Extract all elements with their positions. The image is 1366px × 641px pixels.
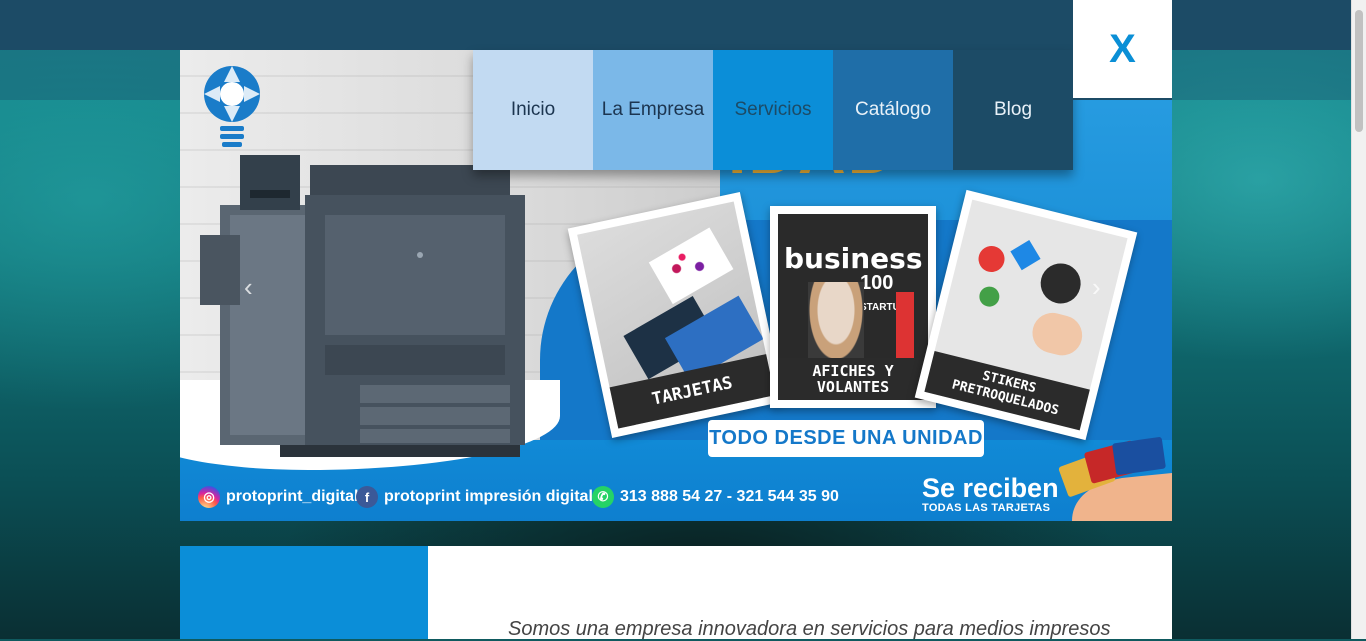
content-side-panel <box>180 546 428 639</box>
product-card-afiches: business 100 STARTUP AFICHES Y VOLANTES <box>770 206 936 408</box>
top-bar-shadow-left <box>0 50 180 100</box>
scrollbar-thumb[interactable] <box>1355 10 1363 132</box>
magazine-title: business <box>784 242 923 275</box>
instagram-icon: ◎ <box>198 486 220 508</box>
reciben-title: Se reciben <box>922 473 1059 503</box>
protoprint-logo <box>204 66 260 147</box>
reciben-subtitle: TODAS LAS TARJETAS <box>922 502 1051 514</box>
nav-item-servicios[interactable]: Servicios <box>713 50 833 170</box>
content-main-panel: Somos una empresa innovadora en servicio… <box>428 546 1172 640</box>
slider-next-arrow[interactable]: › <box>1092 272 1101 303</box>
card-caption: AFICHES Y VOLANTES <box>778 358 928 400</box>
whatsapp-icon: ✆ <box>592 486 614 508</box>
cards-accepted: Se reciben TODAS LAS TARJETAS <box>922 474 1059 514</box>
credit-cards-hand-icon <box>1058 437 1172 521</box>
facebook-handle: protoprint impresión digital <box>384 488 593 505</box>
close-menu-button[interactable]: X <box>1073 0 1172 100</box>
nav-item-catalogo[interactable]: Catálogo <box>833 50 953 170</box>
printer-illustration <box>200 155 525 457</box>
magazine-number: 100 <box>860 272 894 294</box>
intro-tagline: Somos una empresa innovadora en servicio… <box>508 618 1111 640</box>
nav-item-blog[interactable]: Blog <box>953 50 1073 170</box>
instagram-handle: protoprint_digital <box>226 488 359 505</box>
top-bar-shadow-right <box>1172 50 1352 100</box>
nav-item-inicio[interactable]: Inicio <box>473 50 593 170</box>
slider-prev-arrow[interactable]: ‹ <box>244 272 253 303</box>
whatsapp-contact[interactable]: ✆ 313 888 54 27 - 321 544 35 90 <box>592 486 839 508</box>
instagram-contact[interactable]: ◎ protoprint_digital <box>198 486 358 508</box>
unidad-slogan: TODO DESDE UNA UNIDAD <box>708 420 984 457</box>
scrollbar[interactable] <box>1351 0 1366 639</box>
whatsapp-numbers: 313 888 54 27 - 321 544 35 90 <box>620 488 839 505</box>
facebook-icon: f <box>356 486 378 508</box>
main-navigation: Inicio La Empresa Servicios Catálogo Blog <box>473 50 1073 170</box>
close-icon: X <box>1109 26 1136 71</box>
nav-item-la-empresa[interactable]: La Empresa <box>593 50 713 170</box>
facebook-contact[interactable]: f protoprint impresión digital <box>356 486 593 508</box>
